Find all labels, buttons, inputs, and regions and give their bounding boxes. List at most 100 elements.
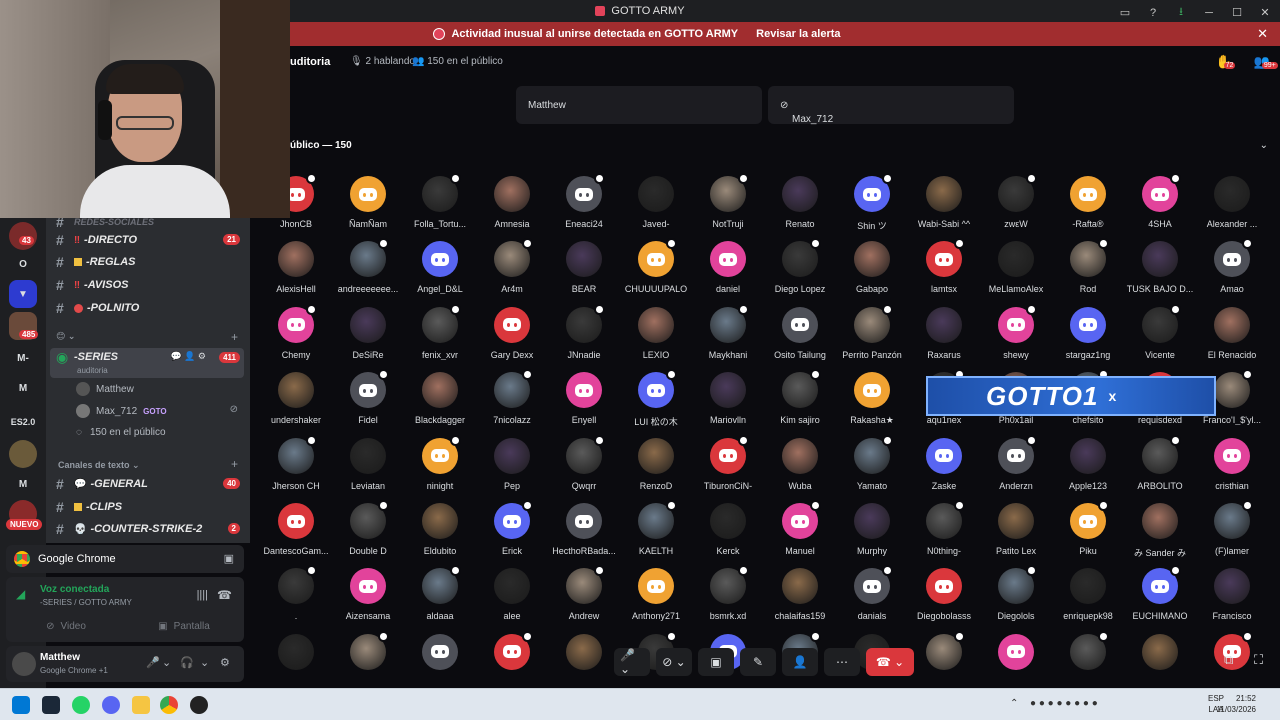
chrome-icon[interactable] — [160, 696, 178, 714]
audience-member[interactable]: daniel — [692, 241, 764, 303]
audience-member[interactable]: zwεW — [980, 173, 1052, 238]
audience-member[interactable]: Kerck — [692, 503, 764, 565]
chevron-down-icon[interactable]: ⌄ — [162, 656, 171, 669]
audience-header[interactable]: úblico — 150 — [290, 140, 352, 151]
chevron-down-icon[interactable]: ⌄ — [200, 656, 209, 669]
audience-member[interactable]: LEXIO — [620, 306, 692, 369]
audience-member[interactable]: Wuba — [764, 437, 836, 500]
audience-member[interactable]: cristhian — [1196, 437, 1268, 500]
audience-member[interactable]: Perrito Panzón — [836, 303, 908, 369]
audience-member[interactable]: Renato — [764, 176, 836, 238]
maximize-button[interactable]: ☐ — [1230, 6, 1244, 19]
audience-member[interactable]: ÑamÑam — [332, 176, 404, 238]
audience-member[interactable]: Maykhani — [692, 303, 764, 369]
channel-reglas[interactable]: # -REGLAS — [56, 252, 136, 272]
tray-icons[interactable]: ● ● ● ● ● ● ● ● — [1030, 698, 1098, 709]
audience-member[interactable]: bsmrk.xd — [692, 565, 764, 630]
clock[interactable]: 21:52 11/03/2026 — [1217, 693, 1256, 715]
audience-member[interactable]: LUI 松の木 — [620, 369, 692, 434]
server-icon-7[interactable]: ES2.0 — [9, 408, 37, 436]
tray-chevron-icon[interactable]: ⌃ — [1010, 698, 1018, 709]
mic-icon[interactable]: 🎤 — [146, 656, 160, 669]
audience-member[interactable]: Fidel — [332, 369, 404, 434]
add-channel-icon[interactable]: + — [231, 330, 238, 344]
noise-suppression-icon[interactable]: |||| — [197, 589, 208, 601]
audience-member[interactable]: Alexander ... — [1196, 176, 1268, 238]
channel-cs2[interactable]: # 💀 -COUNTER-STRIKE-2 — [56, 519, 202, 539]
audience-member[interactable]: Rakasha★ — [836, 372, 908, 434]
leave-call-button[interactable]: ☎ ⌄ — [866, 648, 914, 676]
audience-member[interactable]: Kim sajiro — [764, 369, 836, 434]
audience-member[interactable]: Amnesia — [476, 176, 548, 238]
server-icon-3[interactable]: ▼ — [9, 280, 37, 308]
audience-member[interactable]: NotTruji — [692, 173, 764, 238]
audience-member[interactable]: Mariovlln — [692, 372, 764, 434]
file-explorer-icon[interactable] — [132, 696, 150, 714]
audience-member[interactable]: DantescoGam... — [260, 503, 332, 565]
audience-member[interactable] — [404, 633, 476, 688]
audience-member[interactable]: danials — [836, 565, 908, 630]
audience-member[interactable]: Jherson CH — [260, 434, 332, 500]
audience-member[interactable]: Manuel — [764, 500, 836, 565]
audience-member[interactable]: N0thing- — [908, 500, 980, 565]
audience-member[interactable]: Double D — [332, 500, 404, 565]
obs-icon[interactable] — [190, 696, 208, 714]
audience-member[interactable]: (F)lamer — [1196, 500, 1268, 565]
voice-user-matthew[interactable]: Matthew — [76, 380, 134, 398]
audience-member[interactable]: Leviatan — [332, 437, 404, 500]
inbox-icon[interactable]: ▭ — [1118, 6, 1132, 19]
audience-member[interactable] — [260, 633, 332, 688]
steam-icon[interactable] — [42, 696, 60, 714]
audience-member[interactable]: Diegolols — [980, 565, 1052, 630]
user-name[interactable]: Matthew — [40, 652, 80, 663]
close-window-button[interactable]: ✕ — [1258, 6, 1272, 19]
speaker-card[interactable]: ⊘ Max_712 — [768, 86, 1014, 125]
audience-member[interactable]: ninight — [404, 434, 476, 500]
audience-member[interactable]: Francisco — [1196, 568, 1268, 630]
audience-member[interactable]: み Sander み — [1124, 503, 1196, 565]
audience-member[interactable]: -Rafta® — [1052, 176, 1124, 238]
whatsapp-icon[interactable] — [72, 696, 90, 714]
audience-member[interactable]: andreeeeeee... — [332, 238, 404, 303]
audience-member[interactable]: 4SHA — [1124, 173, 1196, 238]
audience-member[interactable]: Gabapo — [836, 241, 908, 303]
screen-share-button[interactable]: ▣ Pantalla — [130, 617, 238, 635]
audience-member[interactable]: AlexisHell — [260, 241, 332, 303]
audience-member[interactable] — [548, 633, 620, 688]
audience-member[interactable]: Andrew — [548, 565, 620, 630]
voice-user-max[interactable]: Max_712 GOTO — [76, 402, 167, 420]
audience-member[interactable]: Eldubito — [404, 503, 476, 565]
activities-button[interactable]: ✎ — [740, 648, 776, 676]
audience-member[interactable]: Chemy — [260, 303, 332, 369]
help-icon[interactable]: ? — [1146, 7, 1160, 19]
voice-audience[interactable]: ◌ 150 en el público — [76, 423, 166, 441]
invite-button[interactable]: 👤 — [782, 648, 818, 676]
audience-member[interactable]: CHUUUUPALO — [620, 238, 692, 303]
audience-member[interactable]: Diego Lopez — [764, 238, 836, 303]
audience-member[interactable]: . — [260, 565, 332, 630]
review-alert-button[interactable]: Revisar la alerta — [750, 26, 846, 42]
avatar[interactable] — [12, 652, 36, 676]
audience-member[interactable]: Zaske — [908, 437, 980, 500]
audience-member[interactable]: MeLlamoAlex — [980, 241, 1052, 303]
add-channel-icon[interactable]: + — [231, 457, 238, 471]
audience-member[interactable]: Qwqrr — [548, 434, 620, 500]
audience-member[interactable]: Murphy — [836, 503, 908, 565]
channel-general[interactable]: # 💬 -GENERAL — [56, 474, 148, 494]
audience-member[interactable]: DeSiRe — [332, 306, 404, 369]
voice-channel-icons[interactable]: 💬 👤 ⚙ — [171, 351, 206, 362]
minimize-button[interactable]: ─ — [1202, 7, 1216, 19]
audience-member[interactable]: alee — [476, 568, 548, 630]
speaker-card[interactable]: Matthew — [516, 86, 762, 124]
audience-member[interactable]: lamtsx — [908, 238, 980, 303]
channel-directo[interactable]: # ‼ -DIRECTO — [56, 230, 137, 250]
audience-member[interactable]: 7nicolazz — [476, 369, 548, 434]
audience-member[interactable]: Osito Tailung — [764, 306, 836, 369]
server-icon-6[interactable]: M — [9, 374, 37, 402]
signal-icon[interactable]: ◢ — [16, 587, 25, 601]
audience-member[interactable] — [1124, 633, 1196, 688]
audience-member[interactable]: RenzoD — [620, 437, 692, 500]
audience-member[interactable]: Erick — [476, 500, 548, 565]
audience-member[interactable]: Gary Dexx — [476, 306, 548, 369]
audience-member[interactable]: Eneaci24 — [548, 173, 620, 238]
